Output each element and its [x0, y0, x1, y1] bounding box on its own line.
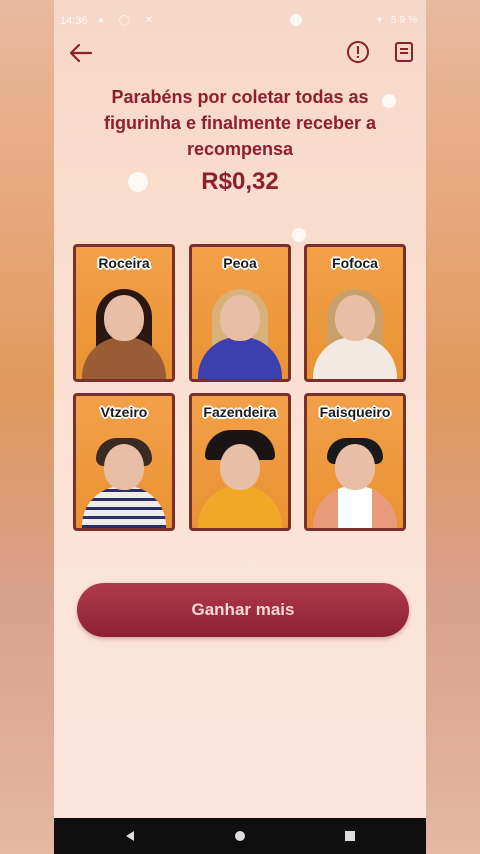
sticker-portrait [313, 289, 397, 379]
nav-home-icon[interactable] [220, 818, 260, 854]
sticker-card[interactable]: Fazendeira [189, 393, 291, 531]
topbar [54, 38, 426, 72]
wifi-icon: ▾ [377, 15, 386, 26]
page-title: Parabéns por coletar todas as figurinha … [103, 87, 377, 159]
sticker-label: Fazendeira [203, 404, 277, 420]
sparkle-decoration [292, 228, 306, 242]
document-icon[interactable] [392, 40, 416, 64]
sparkle-decoration [382, 94, 396, 108]
status-bar: 14:36 ● ◯ ✕ ▾ 59% [54, 10, 426, 32]
backdrop-left [0, 0, 54, 854]
nav-back-icon[interactable] [110, 818, 150, 854]
sticker-portrait [82, 289, 166, 379]
status-right: ▾ 59% [377, 15, 420, 26]
sticker-portrait [313, 438, 397, 528]
reward-amount: R$0,32 [201, 168, 279, 195]
sticker-label: Peoa [223, 255, 257, 271]
notification-icons: ● ◯ ✕ [98, 15, 160, 26]
sticker-card[interactable]: Roceira [73, 244, 175, 382]
sticker-label: Fofoca [332, 255, 378, 271]
sticker-card[interactable]: Vtzeiro [73, 393, 175, 531]
exclamation-circle-icon[interactable] [346, 40, 370, 64]
backdrop-right [426, 0, 480, 854]
sticker-card[interactable]: Fofoca [304, 244, 406, 382]
earn-more-button[interactable]: Ganhar mais [77, 583, 409, 637]
sparkle-decoration [128, 172, 148, 192]
sticker-portrait [198, 430, 282, 528]
sticker-portrait [82, 438, 166, 528]
sticker-card[interactable]: Peoa [189, 244, 291, 382]
sticker-card[interactable]: Faisqueiro [304, 393, 406, 531]
nav-recent-icon[interactable] [330, 818, 370, 854]
sticker-label: Roceira [98, 255, 150, 271]
battery-level: 59% [390, 15, 420, 26]
sticker-portrait [198, 289, 282, 379]
status-time: 14:36 [60, 15, 88, 27]
sticker-label: Faisqueiro [319, 404, 391, 420]
system-nav-bar [54, 818, 426, 854]
sticker-label: Vtzeiro [100, 404, 148, 420]
arrow-left-icon[interactable] [66, 38, 96, 68]
sparkle-decoration [290, 14, 302, 26]
